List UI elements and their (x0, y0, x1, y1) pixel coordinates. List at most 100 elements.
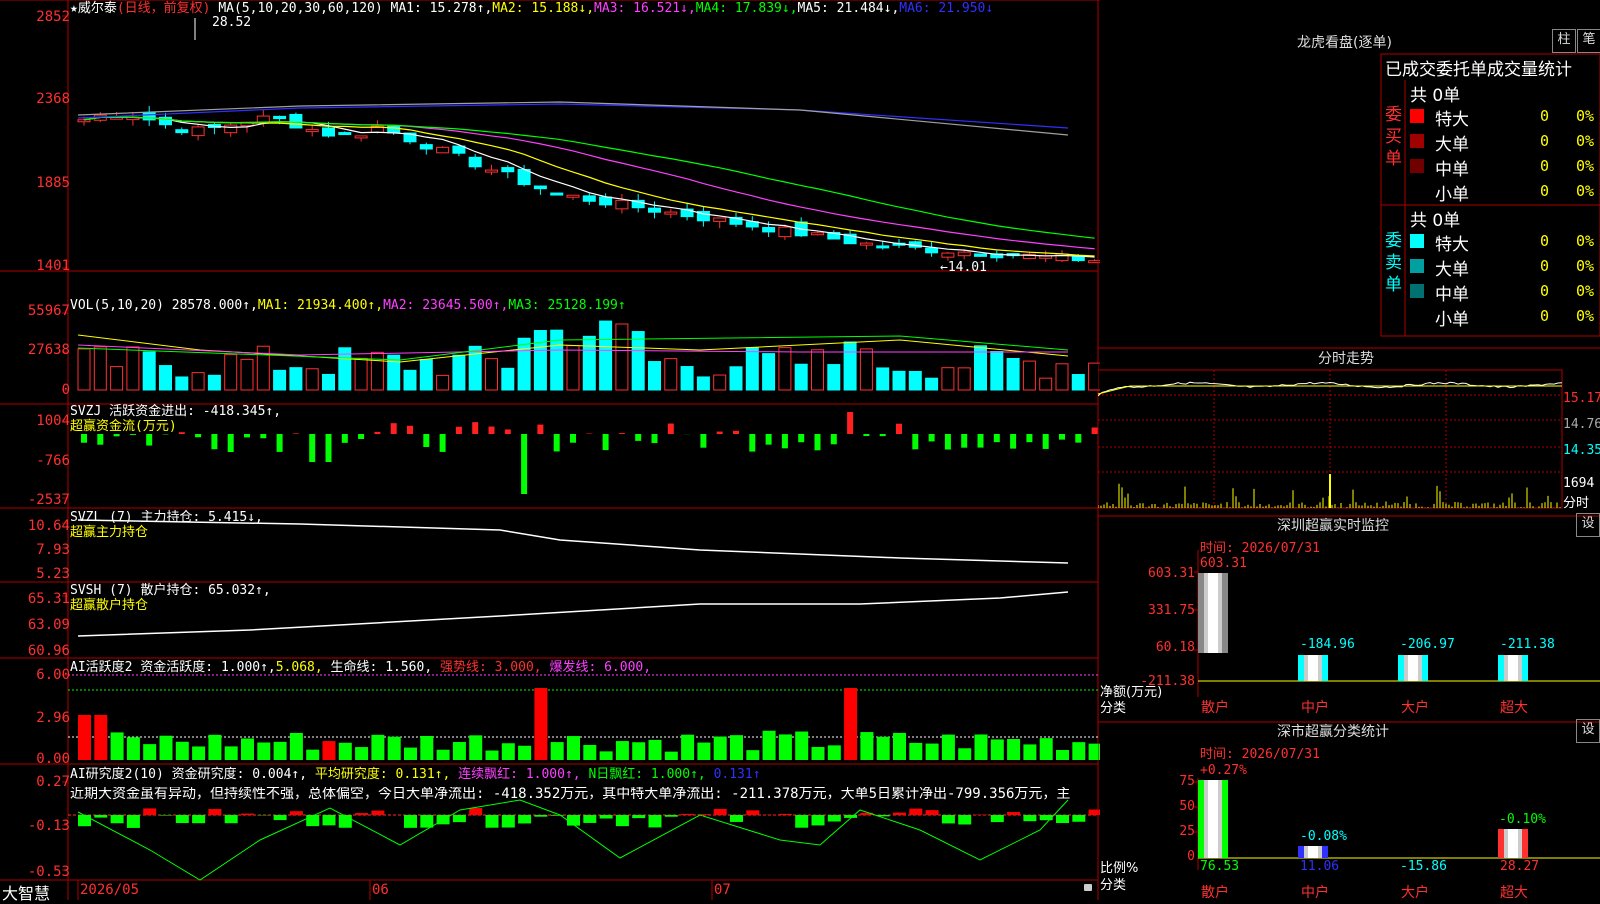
activity-bar (486, 751, 499, 760)
bar-mode-button[interactable]: 柱 (1552, 29, 1576, 53)
lock-icon[interactable] (1084, 884, 1092, 891)
fenshi-ytick-1: 15.17 (1563, 391, 1600, 406)
vol-ytick-1: 55967 (28, 303, 70, 319)
activity-bar (225, 746, 238, 760)
svzj-label: SVZJ 活跃资金进出: -418.345↑, (70, 405, 281, 419)
fl-bar-mid-shine (1308, 846, 1318, 858)
sell-row-name: 特大 (1435, 230, 1469, 255)
svzj-ytick-1: 1004 (36, 413, 70, 429)
ai2-header: AI研究度2(10) 资金研究度: 0.004↑, 平均研究度: 0.131↑,… (70, 768, 761, 782)
vol-header: VOL(5,10,20) 28578.000↑,MA1: 21934.400↑,… (70, 299, 626, 313)
fl-val-3: -15.86 (1400, 859, 1447, 874)
ma-label: MA(5,10,20,30,60,120) (218, 1, 382, 16)
volume-bar (160, 366, 172, 390)
kline-chart-area[interactable] (0, 0, 1100, 900)
volume-bar (192, 373, 204, 390)
favorite-star-icon[interactable]: ★ (70, 1, 78, 16)
main-ytick-4: 1401 (36, 258, 70, 274)
period-label[interactable]: (日线，前复权) (117, 1, 211, 16)
fund-flow-bar (374, 432, 380, 434)
ma6-value: MA6: 21.950↓ (899, 1, 993, 16)
candlestick (143, 113, 155, 120)
candlestick (534, 186, 546, 189)
vol-ma3: MA3: 25128.199↑ (508, 298, 625, 313)
volume-bar (1040, 378, 1052, 390)
fund-flow-bar (211, 434, 217, 449)
buy-row-name: 特大 (1435, 105, 1469, 130)
activity-bar (257, 743, 270, 760)
fl-category-label: 分类 (1100, 874, 1126, 893)
research-bar (665, 815, 678, 817)
buy-color-swatch (1410, 134, 1424, 148)
vol-ytick-2: 27638 (28, 342, 70, 358)
volume-bar (893, 371, 905, 390)
volume-bar (290, 368, 302, 390)
ai1-life: 生命线: 1.560, (331, 660, 433, 675)
volume-bar (877, 368, 889, 390)
fund-flow-bar (423, 434, 429, 447)
tick-mode-button[interactable]: 笔 (1577, 29, 1600, 53)
candlestick (437, 147, 449, 152)
volume-bar (746, 348, 758, 390)
sz-ytick-2: 331.75 (1140, 603, 1195, 618)
volume-bar (600, 321, 612, 390)
fl-top-1: +0.27% (1200, 763, 1247, 778)
research-bar (828, 815, 841, 821)
fund-flow-bar (929, 434, 935, 441)
fund-flow-bar (1043, 434, 1049, 449)
research-bar (290, 811, 303, 815)
research-bar (274, 815, 287, 820)
ai2-ytick-3: -0.53 (28, 864, 70, 880)
research-bar (893, 813, 906, 815)
research-bar (176, 815, 189, 823)
activity-bar (909, 743, 922, 760)
candlestick (926, 248, 938, 253)
volume-bar (958, 368, 970, 390)
candlestick (714, 218, 726, 221)
fund-flow-bar (309, 434, 315, 462)
candlestick (225, 125, 237, 133)
research-bar (681, 814, 694, 815)
activity-bar (1023, 744, 1036, 760)
candlestick (812, 233, 824, 235)
activity-bar (192, 746, 205, 760)
activity-bar (404, 748, 417, 760)
candlestick (975, 254, 987, 256)
activity-bar (877, 737, 890, 760)
activity-bar (991, 739, 1004, 760)
ma3-line (84, 117, 1095, 248)
fund-flow-bar (179, 432, 185, 434)
fund-flow-bar (554, 434, 560, 451)
activity-bar (600, 751, 613, 760)
research-bar (567, 815, 580, 826)
activity-bar (111, 732, 124, 760)
activity-bar (958, 748, 971, 760)
activity-bar (942, 735, 955, 760)
activity-bar (388, 737, 401, 760)
ai1-burst: 爆发线: 6.000, (549, 660, 651, 675)
brand-label: 大智慧 (2, 880, 50, 904)
sell-color-swatch (1410, 259, 1424, 273)
volume-bar (534, 331, 546, 390)
activity-bar (714, 737, 727, 760)
volume-bar (909, 371, 921, 390)
activity-bar (583, 745, 596, 760)
fund-flow-bar (700, 434, 706, 448)
svzl-label: SVZL (7) 主力持仓: 5.415↓, (70, 511, 263, 525)
ai2-comment: 近期大资金虽有异动，但持续性不强，总体偏空，今日大单净流出: -418.352万… (70, 787, 1096, 801)
svsh-sub: 超赢散户持仓 (70, 599, 148, 613)
date-label-1: 2026/05 (80, 882, 139, 898)
fund-flow-bar (635, 434, 641, 441)
research-bar (942, 815, 955, 823)
svzj-ytick-2: -766 (36, 453, 70, 469)
fund-flow-bar (603, 434, 609, 450)
fund-flow-bar (342, 434, 348, 443)
fl-cat-1: 散户 (1201, 882, 1229, 902)
volume-bar (942, 368, 954, 390)
sz-settings-button[interactable]: 设 (1576, 513, 1600, 537)
fl-bar-retail-shine (1208, 780, 1218, 858)
fl-settings-button[interactable]: 设 (1576, 719, 1600, 743)
activity-bar (323, 741, 336, 760)
buy-row-count: 0 (1540, 107, 1549, 125)
fenshi-ytick-3: 14.35 (1563, 443, 1600, 458)
